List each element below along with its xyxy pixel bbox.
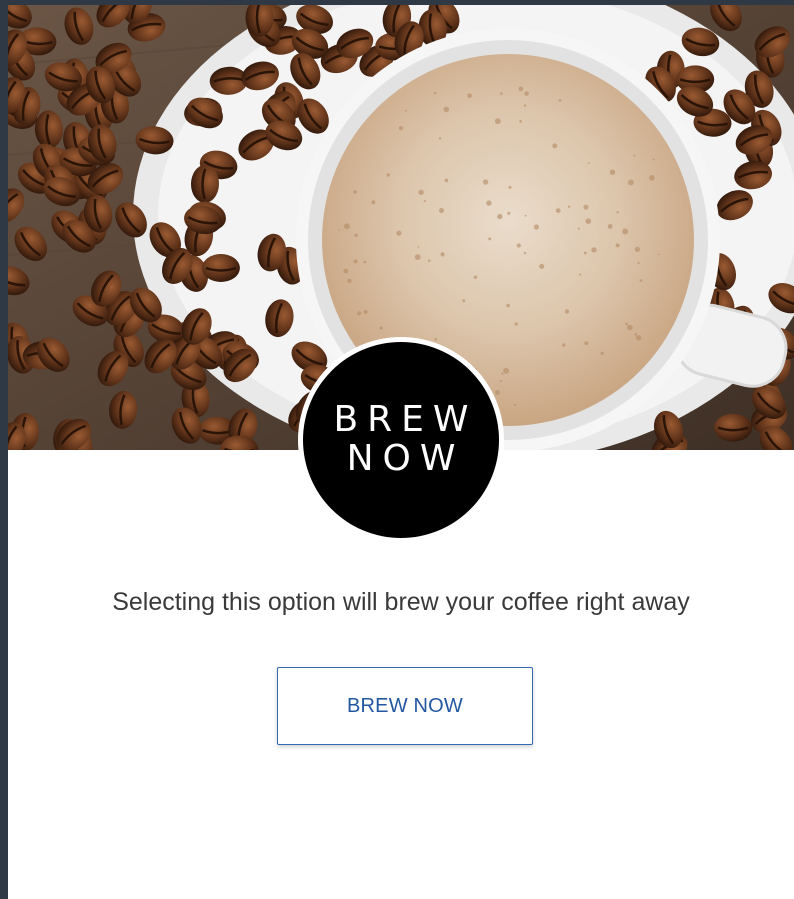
option-description: Selecting this option will brew your cof… (112, 588, 690, 616)
badge-line-1: BREW (333, 399, 478, 441)
brew-now-panel: BREW NOW Selecting this option will brew… (8, 5, 794, 899)
brew-now-badge: BREW NOW (298, 337, 504, 543)
brew-now-button[interactable]: BREW NOW (277, 667, 533, 745)
badge-line-2: NOW (346, 438, 465, 479)
brew-now-logo: BREW NOW (303, 342, 499, 538)
